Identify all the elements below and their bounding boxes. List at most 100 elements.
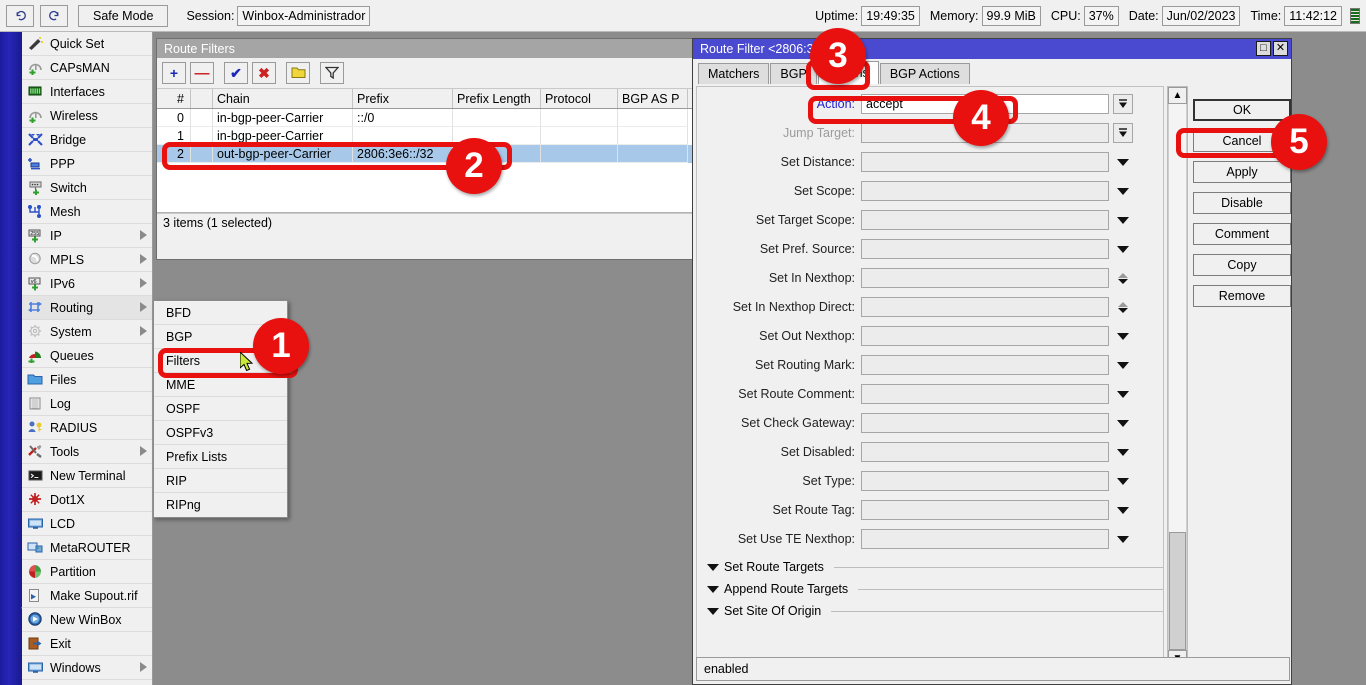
copy-button[interactable]: Copy [1193,254,1291,276]
spinner-arrows-icon[interactable] [1113,297,1133,317]
sidebar-item-routing[interactable]: Routing [22,296,152,320]
dropdown-arrow-icon[interactable] [1113,355,1133,375]
sidebar-item-make-supout-rif[interactable]: Make Supout.rif [22,584,152,608]
sidebar-item-switch[interactable]: Switch [22,176,152,200]
sidebar-item-windows[interactable]: Windows [22,656,152,680]
sidebar-item-radius[interactable]: RADIUS [22,416,152,440]
disable-button[interactable]: ✖ [252,62,276,84]
field-input-set-distance[interactable] [861,152,1109,172]
scroll-thumb[interactable] [1169,532,1186,650]
field-input-set-scope[interactable] [861,181,1109,201]
column-header[interactable]: Chain [213,89,353,108]
scroll-up-button[interactable]: ▲ [1168,87,1187,104]
routing-submenu-item-rip[interactable]: RIP [154,469,287,493]
chevron-down-icon[interactable] [707,608,719,615]
close-icon[interactable]: ✕ [1273,41,1288,56]
collapsible-section-set-route-targets[interactable]: Set Route Targets [697,556,1163,578]
chevron-down-icon[interactable] [1118,308,1128,313]
remove-button[interactable]: — [190,62,214,84]
dropdown-arrow-icon[interactable] [1113,413,1133,433]
chevron-down-icon[interactable] [707,564,719,571]
field-input-set-routing-mark[interactable] [861,355,1109,375]
field-input-set-disabled[interactable] [861,442,1109,462]
chevron-up-icon[interactable] [1118,273,1128,278]
dialog-titlebar[interactable]: Route Filter <2806:3e □ ✕ [693,39,1291,59]
dropdown-double-arrow-icon[interactable] [1113,94,1133,114]
sidebar-item-new-terminal[interactable]: New Terminal [22,464,152,488]
sidebar-item-lcd[interactable]: LCD [22,512,152,536]
sidebar-item-partition[interactable]: Partition [22,560,152,584]
sidebar-item-interfaces[interactable]: Interfaces [22,80,152,104]
table-row[interactable]: 0in-bgp-peer-Carrier::/0 [157,109,693,127]
dropdown-arrow-icon[interactable] [1113,326,1133,346]
dropdown-arrow-icon[interactable] [1113,384,1133,404]
sidebar-item-exit[interactable]: Exit [22,632,152,656]
field-input-set-pref-source[interactable] [861,239,1109,259]
sidebar-item-mesh[interactable]: Mesh [22,200,152,224]
dropdown-arrow-icon[interactable] [1113,152,1133,172]
redo-button[interactable] [40,5,68,27]
spinner-arrows-icon[interactable] [1113,268,1133,288]
comment-button[interactable] [286,62,310,84]
column-header[interactable]: Prefix [353,89,453,108]
add-button[interactable]: + [162,62,186,84]
field-input-set-route-tag[interactable] [861,500,1109,520]
enable-button[interactable]: ✔ [224,62,248,84]
dropdown-double-arrow-icon[interactable] [1113,123,1133,143]
dropdown-arrow-icon[interactable] [1113,210,1133,230]
column-header[interactable]: BGP AS P [618,89,688,108]
comment-button[interactable]: Comment [1193,223,1291,245]
sidebar-item-queues[interactable]: Queues [22,344,152,368]
sidebar-item-log[interactable]: Log [22,392,152,416]
dropdown-arrow-icon[interactable] [1113,181,1133,201]
field-input-set-in-nexthop-direct[interactable] [861,297,1109,317]
sidebar-item-ipv6[interactable]: v6IPv6 [22,272,152,296]
sidebar-item-system[interactable]: System [22,320,152,344]
routing-submenu-item-ospfv3[interactable]: OSPFv3 [154,421,287,445]
remove-button[interactable]: Remove [1193,285,1291,307]
tab-matchers[interactable]: Matchers [698,63,769,84]
maximize-icon[interactable]: □ [1256,41,1271,56]
field-input-set-use-te-nexthop[interactable] [861,529,1109,549]
dropdown-arrow-icon[interactable] [1113,529,1133,549]
field-input-set-out-nexthop[interactable] [861,326,1109,346]
filter-button[interactable] [320,62,344,84]
field-input-set-target-scope[interactable] [861,210,1109,230]
column-header[interactable] [191,89,213,108]
tab-bgp-actions[interactable]: BGP Actions [880,63,970,84]
routing-submenu-item-ospf[interactable]: OSPF [154,397,287,421]
routing-submenu-item-ripng[interactable]: RIPng [154,493,287,517]
dropdown-arrow-icon[interactable] [1113,442,1133,462]
sidebar-item-dot1x[interactable]: Dot1X [22,488,152,512]
sidebar-item-metarouter[interactable]: MetaROUTER [22,536,152,560]
sidebar-item-files[interactable]: Files [22,368,152,392]
sidebar-item-new-winbox[interactable]: New WinBox [22,608,152,632]
chevron-up-icon[interactable] [1118,302,1128,307]
sidebar-item-quick-set[interactable]: Quick Set [22,32,152,56]
routing-submenu-item-prefix-lists[interactable]: Prefix Lists [154,445,287,469]
column-header[interactable]: Protocol [541,89,618,108]
column-header[interactable]: # [157,89,191,108]
form-scrollbar[interactable]: ▲ ▼ [1167,86,1188,668]
chevron-down-icon[interactable] [707,586,719,593]
dropdown-arrow-icon[interactable] [1113,471,1133,491]
sidebar-item-mpls[interactable]: MPLS [22,248,152,272]
undo-button[interactable] [6,5,34,27]
chevron-down-icon[interactable] [1118,279,1128,284]
route-filters-titlebar[interactable]: Route Filters [157,39,693,58]
safe-mode-button[interactable]: Safe Mode [78,5,168,27]
scroll-track[interactable] [1168,104,1187,650]
sidebar-item-ip[interactable]: 255IP [22,224,152,248]
dropdown-arrow-icon[interactable] [1113,500,1133,520]
field-input-set-route-comment[interactable] [861,384,1109,404]
field-input-set-in-nexthop[interactable] [861,268,1109,288]
sidebar-item-capsman[interactable]: CAPsMAN [22,56,152,80]
field-input-set-type[interactable] [861,471,1109,491]
sidebar-item-wireless[interactable]: Wireless [22,104,152,128]
collapsible-section-append-route-targets[interactable]: Append Route Targets [697,578,1163,600]
disable-button[interactable]: Disable [1193,192,1291,214]
ok-button[interactable]: OK [1193,99,1291,121]
column-header[interactable]: Prefix Length [453,89,541,108]
sidebar-item-tools[interactable]: Tools [22,440,152,464]
session-field[interactable]: Winbox-Administrador [237,6,370,26]
